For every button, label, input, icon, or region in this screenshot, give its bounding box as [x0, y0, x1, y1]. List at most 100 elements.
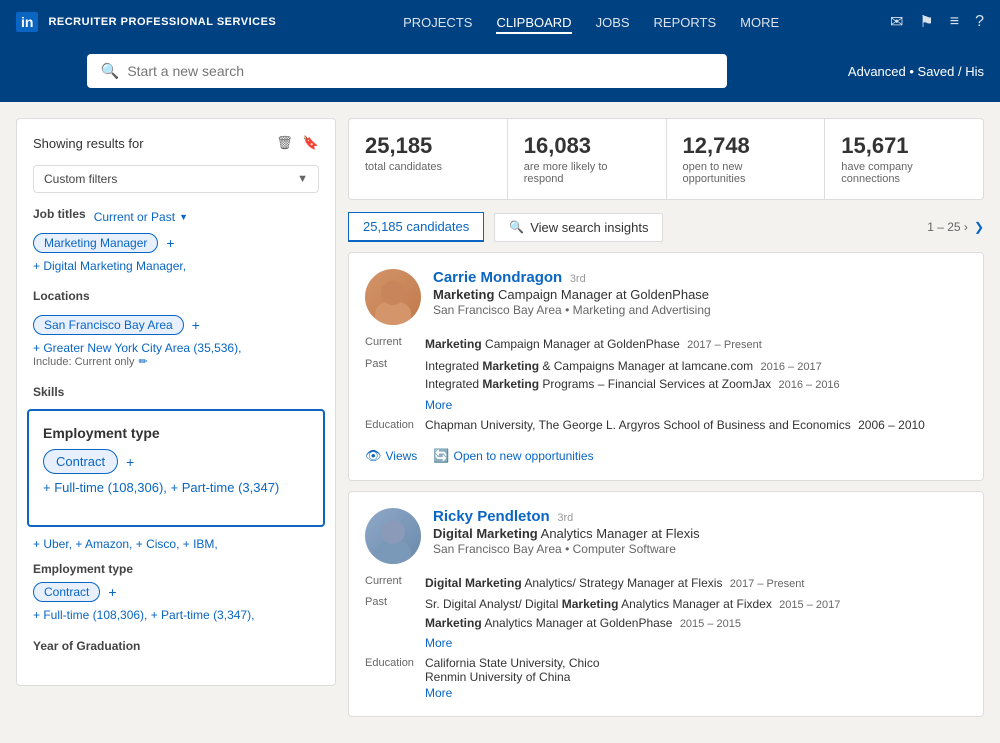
open-label: Open to new opportunities: [454, 449, 594, 463]
nav-jobs[interactable]: JOBS: [596, 11, 630, 34]
candidate-card-carrie: Carrie Mondragon 3rd Marketing Campaign …: [348, 252, 984, 481]
sf-bay-area-tag[interactable]: San Francisco Bay Area: [33, 315, 184, 335]
custom-filters-dropdown[interactable]: Custom filters ▼: [33, 165, 319, 193]
add-location-btn[interactable]: +: [192, 317, 200, 333]
edit-icon[interactable]: ✏: [139, 355, 148, 368]
carrie-more-link[interactable]: More: [425, 396, 967, 414]
carrie-name-row: Carrie Mondragon 3rd: [433, 269, 967, 286]
education-label-ricky: Education: [365, 656, 425, 700]
current-label-ricky: Current: [365, 574, 425, 593]
companies-more-link[interactable]: + Uber, + Amazon, + Cisco, + IBM,: [33, 537, 319, 551]
open-icon: 🔄: [433, 448, 449, 464]
carrie-education: Education Chapman University, The George…: [365, 418, 967, 432]
stat-total-candidates: 25,185 total candidates: [349, 119, 508, 199]
main-layout: Showing results for 🗑 🔖 Custom filters ▼…: [0, 102, 1000, 743]
advanced-saved-link[interactable]: Advanced • Saved / His: [848, 64, 984, 79]
views-label: Views: [386, 449, 418, 463]
carrie-avatar: [365, 269, 421, 325]
year-graduation-section: Year of Graduation: [33, 638, 319, 653]
job-title-more-link[interactable]: + Digital Marketing Manager,: [33, 259, 319, 273]
nav-reports[interactable]: REPORTS: [654, 11, 717, 34]
carrie-actions: 👁 Views 🔄 Open to new opportunities: [365, 440, 967, 464]
carrie-degree: 3rd: [570, 273, 586, 285]
locations-label: Locations: [33, 289, 90, 303]
ricky-past: Past Sr. Digital Analyst/ Digital Market…: [365, 595, 967, 652]
custom-filters-label: Custom filters: [44, 172, 117, 186]
carrie-past-line-1: Integrated Marketing & Campaigns Manager…: [425, 357, 967, 376]
carrie-edu-content: Chapman University, The George L. Argyro…: [425, 418, 967, 432]
view-insights-button[interactable]: 🔍 View search insights: [494, 213, 663, 242]
next-page-icon[interactable]: ❯: [974, 220, 984, 234]
bookmark-icon[interactable]: 🔖: [303, 135, 319, 151]
carrie-past-line-2: Integrated Marketing Programs – Financia…: [425, 375, 967, 394]
stat-open-label: open to new opportunities: [683, 161, 809, 185]
job-title-tag-row: Marketing Manager +: [33, 233, 319, 253]
ricky-name[interactable]: Ricky Pendleton: [433, 508, 550, 525]
results-count-button[interactable]: 25,185 candidates: [348, 212, 484, 242]
add-employment-type-btn[interactable]: +: [126, 454, 134, 470]
locations-section: Locations San Francisco Bay Area + + Gre…: [33, 289, 319, 368]
nav-more[interactable]: MORE: [740, 11, 779, 34]
add-employment-btn-2[interactable]: +: [108, 584, 116, 600]
stat-respond-label: are more likely to respond: [524, 161, 650, 185]
stat-open-number: 12,748: [683, 133, 809, 159]
nav-clipboard[interactable]: CLIPBOARD: [496, 11, 571, 34]
ricky-current-content: Digital Marketing Analytics/ Strategy Ma…: [425, 574, 967, 593]
carrie-views-link[interactable]: 👁 Views: [365, 448, 417, 464]
dropdown-chevron-icon: ▼: [297, 173, 308, 185]
trash-icon[interactable]: 🗑: [276, 135, 293, 151]
stats-row: 25,185 total candidates 16,083 are more …: [348, 118, 984, 200]
search-icon: 🔍: [101, 62, 120, 80]
add-job-title-btn[interactable]: +: [166, 235, 174, 251]
pagination-info: 1 – 25 › ❯: [927, 220, 984, 234]
marketing-manager-tag[interactable]: Marketing Manager: [33, 233, 158, 253]
contract-tag-2[interactable]: Contract: [33, 582, 100, 602]
carrie-open-link[interactable]: 🔄 Open to new opportunities: [433, 448, 593, 464]
ricky-more-link[interactable]: More: [425, 634, 967, 652]
mail-icon[interactable]: ✉: [890, 12, 903, 32]
stat-company-connections: 15,671 have company connections: [825, 119, 983, 199]
carrie-current: Current Marketing Campaign Manager at Go…: [365, 335, 967, 354]
past-label-ricky: Past: [365, 595, 425, 652]
employment-more-link[interactable]: + Full-time (108,306), + Part-time (3,34…: [43, 480, 309, 495]
flag-icon[interactable]: ⚑: [919, 12, 933, 32]
ricky-past-line-2: Marketing Analytics Manager at GoldenPha…: [425, 614, 967, 633]
stat-total-label: total candidates: [365, 161, 491, 173]
job-titles-label: Job titles: [33, 207, 86, 221]
year-graduation-label: Year of Graduation: [33, 639, 140, 653]
carrie-name[interactable]: Carrie Mondragon: [433, 269, 562, 286]
search-input[interactable]: [127, 63, 712, 79]
stat-likely-respond: 16,083 are more likely to respond: [508, 119, 667, 199]
ricky-edu-more[interactable]: More: [425, 686, 967, 700]
sidebar: Showing results for 🗑 🔖 Custom filters ▼…: [16, 118, 336, 727]
nav-links: PROJECTS CLIPBOARD JOBS REPORTS MORE: [316, 11, 866, 34]
past-label-carrie: Past: [365, 357, 425, 414]
stat-open-opportunities: 12,748 open to new opportunities: [667, 119, 826, 199]
location-more-link[interactable]: + Greater New York City Area (35,536),: [33, 341, 319, 355]
views-icon: 👁: [365, 448, 382, 464]
carrie-header: Carrie Mondragon 3rd Marketing Campaign …: [365, 269, 967, 325]
employment-tag-row: Contract +: [43, 449, 309, 474]
skills-label: Skills: [33, 385, 64, 399]
nav-icons: ✉ ⚑ ≡ ?: [890, 12, 984, 32]
list-icon[interactable]: ≡: [950, 13, 959, 31]
job-title-filter-dropdown[interactable]: Current or Past ▼: [94, 210, 188, 224]
ricky-past-line-1: Sr. Digital Analyst/ Digital Marketing A…: [425, 595, 967, 614]
stat-total-number: 25,185: [365, 133, 491, 159]
contract-tag-highlight[interactable]: Contract: [43, 449, 118, 474]
ricky-location: San Francisco Bay Area • Computer Softwa…: [433, 542, 967, 556]
current-label: Current: [365, 335, 425, 354]
employment-more-2[interactable]: + Full-time (108,306), + Part-time (3,34…: [33, 608, 319, 622]
content-area: 25,185 total candidates 16,083 are more …: [348, 118, 984, 727]
ricky-past-content: Sr. Digital Analyst/ Digital Marketing A…: [425, 595, 967, 652]
help-icon[interactable]: ?: [975, 13, 984, 31]
nav-projects[interactable]: PROJECTS: [403, 11, 472, 34]
stat-respond-number: 16,083: [524, 133, 650, 159]
skills-section: Skills: [33, 384, 319, 399]
job-title-dropdown-icon: ▼: [179, 212, 188, 222]
locations-header-row: Locations: [33, 289, 319, 309]
top-navigation: in RECRUITER PROFESSIONAL SERVICES PROJE…: [0, 0, 1000, 44]
brand-name: RECRUITER PROFESSIONAL SERVICES: [48, 16, 276, 28]
employment-highlight-label: Employment type: [43, 425, 160, 441]
sidebar-card: Showing results for 🗑 🔖 Custom filters ▼…: [16, 118, 336, 686]
